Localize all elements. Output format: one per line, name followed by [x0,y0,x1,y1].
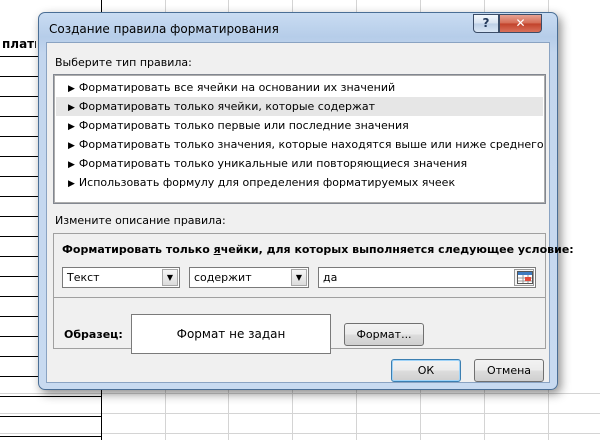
range-select-icon [517,271,533,284]
dialog-body: Выберите тип правила: ▶ Форматировать все… [46,42,574,383]
chevron-down-icon[interactable]: ▼ [291,269,307,286]
dialog-title: Создание правила форматирования [49,22,279,36]
rule-type-item-label: Использовать формулу для определения фор… [78,176,456,189]
condition-title-part: Форматировать только [62,243,214,256]
triangle-right-icon: ▶ [68,179,75,189]
format-preview: Формат не задан [131,314,331,354]
row-divider [0,436,102,437]
operator-combo-value: содержит [194,271,252,284]
condition-value-input[interactable]: да [318,267,536,288]
format-button[interactable]: Формат... [344,323,424,346]
row-divider [0,396,102,397]
rule-type-item[interactable]: ▶ Форматировать только уникальные или пов… [56,154,543,173]
rule-type-list[interactable]: ▶ Форматировать все ячейки на основании и… [53,74,546,204]
rule-type-label: Выберите тип правила: [55,56,192,69]
triangle-right-icon: ▶ [68,122,75,132]
range-select-button[interactable] [514,269,534,286]
rule-type-item-label: Форматировать только значения, которые н… [78,138,544,151]
sample-label: Образец: [64,328,123,341]
triangle-right-icon: ▶ [68,84,75,94]
triangle-right-icon: ▶ [68,103,75,113]
condition-title: Форматировать только ячейки, для которых… [62,243,574,256]
column-header-text: платы [2,37,36,51]
operator-combo[interactable]: содержит ▼ [189,267,309,288]
rule-description-label: Измените описание правила: [55,214,226,227]
rule-type-item-label: Форматировать все ячейки на основании их… [78,81,396,94]
dialog-titlebar[interactable]: Создание правила форматирования ? ✕ [39,13,557,43]
help-button[interactable]: ? [473,14,499,33]
close-button[interactable]: ✕ [499,14,542,33]
ok-button[interactable]: ОК [391,359,461,382]
condition-section: Форматировать только ячейки, для которых… [54,234,574,298]
chevron-down-icon[interactable]: ▼ [162,269,178,286]
cancel-button[interactable]: Отмена [474,359,544,382]
triangle-right-icon: ▶ [68,141,75,151]
new-formatting-rule-dialog: Создание правила форматирования ? ✕ Выбе… [38,12,574,390]
rule-type-item[interactable]: ▶ Использовать формулу для определения фо… [56,173,543,192]
row-divider [0,416,102,417]
rule-type-item[interactable]: ▶ Форматировать только значения, которые … [56,135,544,154]
value-type-combo[interactable]: Текст ▼ [62,267,180,288]
rule-type-item-selected[interactable]: ▶ Форматировать только ячейки, которые со… [56,97,543,116]
rule-type-item[interactable]: ▶ Форматировать только первые или последн… [56,116,543,135]
condition-value-text: да [323,271,338,284]
condition-title-accelerator: я [213,243,221,256]
value-type-combo-value: Текст [67,271,100,284]
row-divider [0,413,600,414]
triangle-right-icon: ▶ [68,160,75,170]
rule-type-item-label: Форматировать только ячейки, которые сод… [78,100,375,113]
rule-type-item[interactable]: ▶ Форматировать все ячейки на основании и… [56,78,543,97]
row-divider [0,433,600,434]
row-divider [0,393,600,394]
rule-type-item-label: Форматировать только уникальные или повт… [78,157,468,170]
rule-description-panel: Форматировать только ячейки, для которых… [53,233,574,354]
rule-type-item-label: Форматировать только первые или последни… [78,119,409,132]
condition-title-part: чейки, для которых выполняется следующее… [220,243,574,256]
